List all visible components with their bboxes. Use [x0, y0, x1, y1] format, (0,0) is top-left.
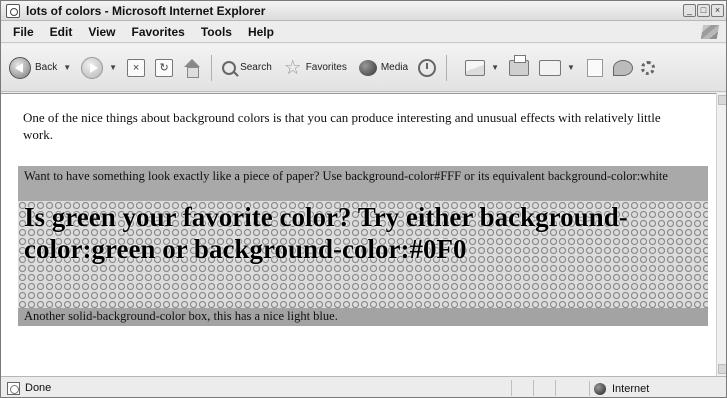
media-label: Media: [380, 62, 409, 73]
print-icon[interactable]: [509, 54, 529, 76]
light-blue-background-box: Another solid-background-color box, this…: [18, 308, 708, 326]
patterned-background-box: Is green your favorite color? Try either…: [18, 201, 708, 308]
security-zone-label: Internet: [612, 382, 650, 395]
menu-view[interactable]: View: [88, 25, 115, 39]
menu-tools[interactable]: Tools: [201, 25, 232, 39]
forward-dropdown-icon[interactable]: ▼: [109, 63, 117, 72]
windows-logo-icon: [700, 25, 720, 39]
edit-icon[interactable]: [539, 59, 561, 76]
back-arrow-icon: [9, 56, 31, 79]
status-text: Done: [25, 382, 52, 394]
status-page-icon: [7, 381, 20, 395]
back-button[interactable]: Back ▼: [9, 56, 71, 79]
status-bar: Done Internet: [1, 376, 726, 397]
title-bar: lots of colors - Microsoft Internet Expl…: [1, 1, 726, 21]
window-controls: _ □ ×: [683, 4, 724, 17]
forward-arrow-icon: [81, 56, 104, 79]
home-icon[interactable]: [183, 58, 201, 78]
media-button[interactable]: Media: [347, 59, 409, 76]
status-panels: [511, 380, 577, 396]
menu-help[interactable]: Help: [248, 25, 274, 39]
mail-icon[interactable]: [465, 59, 486, 76]
stop-icon[interactable]: ×: [127, 58, 146, 77]
search-label: Search: [240, 62, 272, 73]
menu-edit[interactable]: Edit: [50, 25, 73, 39]
gray-background-box: Want to have something look exactly like…: [18, 166, 708, 201]
status-panel: [511, 380, 533, 396]
toolbar-separator: [211, 54, 213, 81]
status-panel: [555, 380, 577, 396]
mail-dropdown-icon[interactable]: ▼: [491, 63, 499, 72]
refresh-icon[interactable]: ↻: [155, 58, 174, 77]
media-icon: [358, 59, 377, 76]
security-zone: Internet: [589, 381, 649, 396]
intro-paragraph: One of the nice things about background …: [23, 110, 661, 142]
blank-page-icon[interactable]: [586, 58, 603, 77]
ie-page-icon: [6, 3, 20, 18]
toolbar-separator: [446, 54, 448, 81]
minimize-icon[interactable]: _: [683, 4, 696, 17]
back-label: Back: [35, 62, 58, 73]
favorites-label: Favorites: [305, 62, 347, 73]
search-button[interactable]: Search: [218, 60, 272, 75]
favorites-star-icon: ☆: [283, 56, 302, 79]
favorites-button[interactable]: ☆ Favorites: [272, 58, 347, 78]
window-title: lots of colors - Microsoft Internet Expl…: [26, 3, 266, 18]
menu-file[interactable]: File: [13, 25, 34, 39]
maximize-icon[interactable]: □: [697, 4, 710, 17]
research-icon[interactable]: [640, 60, 655, 75]
standard-toolbar: Back ▼ ▼ × ↻ Search ☆ Favorites Media ▼ …: [1, 44, 726, 92]
forward-button[interactable]: ▼: [81, 56, 117, 79]
history-icon[interactable]: [418, 58, 437, 77]
search-icon: [222, 60, 237, 75]
page-content: One of the nice things about background …: [1, 93, 718, 376]
status-panel: [533, 380, 555, 396]
patterned-box-heading: Is green your favorite color? Try either…: [24, 202, 628, 264]
close-icon[interactable]: ×: [711, 4, 724, 17]
edit-dropdown-icon[interactable]: ▼: [567, 63, 575, 72]
menu-favorites[interactable]: Favorites: [131, 25, 184, 39]
back-dropdown-icon[interactable]: ▼: [63, 63, 71, 72]
vertical-scrollbar[interactable]: [716, 93, 726, 376]
internet-globe-icon: [594, 382, 606, 395]
discuss-icon[interactable]: [612, 59, 633, 76]
menu-bar: File Edit View Favorites Tools Help: [1, 22, 726, 43]
browser-window: lots of colors - Microsoft Internet Expl…: [0, 0, 727, 398]
